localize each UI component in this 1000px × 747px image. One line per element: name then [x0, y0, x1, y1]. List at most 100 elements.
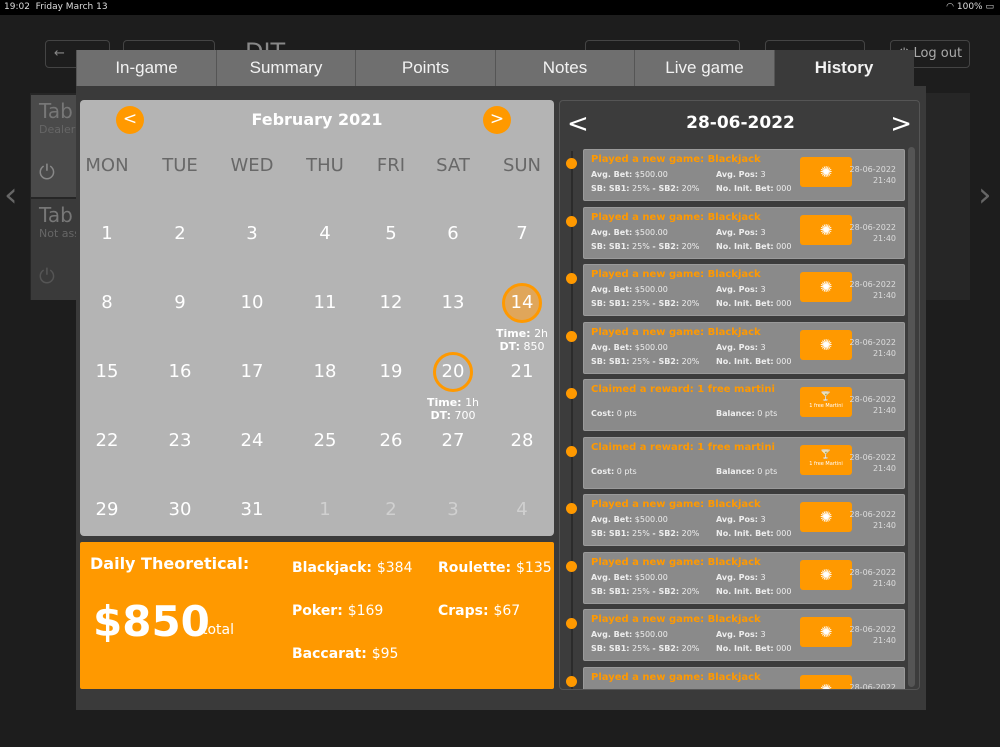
- calendar-day[interactable]: 18: [305, 352, 345, 392]
- game-value: Poker: $169: [292, 603, 384, 619]
- tab-history[interactable]: History: [773, 50, 914, 86]
- tab-summary[interactable]: Summary: [215, 50, 356, 86]
- calendar-day[interactable]: 16: [160, 352, 200, 392]
- calendar-day[interactable]: 1: [305, 490, 345, 530]
- tab-live-game[interactable]: Live game: [634, 50, 774, 86]
- calendar-day[interactable]: 11: [305, 283, 345, 323]
- calendar-day[interactable]: 25: [305, 421, 345, 461]
- calendar-day[interactable]: 15: [87, 352, 127, 392]
- ticket-icon: ✺: [800, 272, 852, 302]
- daily-theoretical-panel: Daily Theoretical: $850 total Blackjack:…: [80, 542, 554, 689]
- calendar-day[interactable]: 30: [160, 490, 200, 530]
- calendar-day[interactable]: 29: [87, 490, 127, 530]
- calendar-day[interactable]: 20: [433, 352, 473, 392]
- power-icon[interactable]: ⏻: [39, 160, 73, 184]
- weekday-label: FRI: [376, 155, 406, 176]
- calendar-day[interactable]: 3: [433, 490, 473, 530]
- calendar-day[interactable]: 26: [371, 421, 411, 461]
- calendar-next-button[interactable]: >: [483, 106, 511, 134]
- timeline-dot: [566, 330, 577, 342]
- power-icon[interactable]: ⏻: [39, 264, 73, 288]
- calendar-day[interactable]: 19: [371, 352, 411, 392]
- tab-notes[interactable]: Notes: [494, 50, 635, 86]
- item-title: Played a new game: Blackjack: [591, 671, 761, 683]
- calendar-day[interactable]: 9: [160, 283, 200, 323]
- martini-ticket-icon: 🍸 1 free Martini: [800, 387, 852, 417]
- calendar-day[interactable]: 27: [433, 421, 473, 461]
- calendar-day[interactable]: 28: [502, 421, 542, 461]
- timeline-dot: [566, 618, 577, 629]
- prev-arrow-icon[interactable]: ‹: [4, 175, 18, 215]
- history-item[interactable]: Played a new game: Blackjack Avg. Bet: $…: [583, 264, 905, 316]
- next-arrow-icon[interactable]: ›: [978, 175, 992, 215]
- calendar-day[interactable]: 24: [232, 421, 272, 461]
- history-item[interactable]: Played a new game: Blackjack Avg. Bet: $…: [583, 609, 905, 661]
- daily-title: Daily Theoretical:: [90, 554, 250, 573]
- weekday-label: WED: [230, 155, 274, 176]
- timeline-dot: [566, 675, 577, 687]
- history-next-button[interactable]: >: [890, 109, 912, 139]
- item-timestamp: 28-06-202221:40: [849, 280, 897, 300]
- calendar-day[interactable]: 22: [87, 421, 127, 461]
- history-item[interactable]: Played a new game: Blackjack Avg. Bet: $…: [583, 321, 905, 374]
- calendar-day[interactable]: 3: [232, 214, 272, 254]
- item-title: Played a new game: Blackjack: [591, 556, 761, 568]
- ticket-icon: ✺: [800, 674, 852, 689]
- item-title: Claimed a reward: 1 free martini: [591, 441, 775, 453]
- weekday-label: SAT: [436, 155, 470, 176]
- calendar-day[interactable]: 17: [232, 352, 272, 392]
- calendar-day[interactable]: 8: [87, 283, 127, 323]
- history-item[interactable]: Claimed a reward: 1 free martini Cost: 0…: [583, 436, 905, 489]
- calendar-day[interactable]: 2: [160, 214, 200, 254]
- scrollbar[interactable]: [908, 147, 915, 687]
- calendar-day[interactable]: 2: [371, 490, 411, 530]
- tab-in-game[interactable]: In-game: [76, 50, 216, 86]
- calendar-day[interactable]: 21: [502, 352, 542, 392]
- battery-icon: ▭: [985, 2, 994, 12]
- calendar: < February 2021 > MON TUE WED THU FRI SAT SUN 1…: [80, 100, 554, 536]
- history-item[interactable]: Played a new game: Blackjack Avg. Bet: $…: [583, 206, 905, 259]
- calendar-day[interactable]: 14: [502, 283, 542, 323]
- calendar-day[interactable]: 6: [433, 214, 473, 254]
- ticket-icon: ✺: [800, 559, 852, 590]
- ticket-icon: ✺: [800, 617, 852, 647]
- history-item[interactable]: Played a new game: Blackjack Avg. Bet: $…: [583, 149, 905, 201]
- calendar-day[interactable]: 5: [371, 214, 411, 254]
- history-item[interactable]: Played a new game: Blackjack Avg. Bet: $…: [583, 551, 905, 604]
- timeline-dot: [566, 273, 577, 284]
- table-card[interactable]: Tab Dealer ⏻: [31, 95, 81, 197]
- calendar-day[interactable]: 13: [433, 283, 473, 323]
- game-value: Craps: $67: [438, 603, 521, 619]
- calendar-day[interactable]: 31: [232, 490, 272, 530]
- timeline-dot: [566, 503, 577, 514]
- item-timestamp: 28-06-202221:40: [849, 337, 897, 358]
- timeline-dot: [566, 388, 577, 399]
- calendar-day[interactable]: 1: [87, 214, 127, 254]
- item-title: Played a new game: Blackjack: [591, 326, 761, 338]
- martini-ticket-icon: 🍸 1 free Martini: [800, 444, 852, 475]
- history-item[interactable]: Played a new game: Blackjack Avg. Bet: $…: [583, 494, 905, 546]
- calendar-day[interactable]: 4: [502, 490, 542, 530]
- timeline-dot: [566, 158, 577, 169]
- history-item[interactable]: Played a new game: Blackjack Avg. Bet: $…: [583, 666, 905, 689]
- calendar-day[interactable]: 23: [160, 421, 200, 461]
- timeline-dot: [566, 215, 577, 227]
- calendar-day[interactable]: 12: [371, 283, 411, 323]
- timeline-dot: [566, 560, 577, 572]
- game-value: Roulette: $135: [438, 560, 552, 576]
- item-timestamp: 28-06-202221:40: [849, 567, 897, 588]
- weekday-label: MON: [85, 155, 129, 176]
- calendar-day[interactable]: 4: [305, 214, 345, 254]
- daily-total-label: total: [202, 622, 235, 638]
- ticket-icon: ✺: [800, 329, 852, 360]
- item-title: Played a new game: Blackjack: [591, 154, 761, 165]
- history-item[interactable]: Claimed a reward: 1 free martini Cost: 0…: [583, 379, 905, 431]
- wifi-icon: ◠: [946, 2, 954, 12]
- table-card[interactable]: Tab Not ass ⏻: [31, 199, 81, 300]
- item-timestamp: 28-06-202221:40: [849, 452, 897, 473]
- tab-points[interactable]: Points: [355, 50, 495, 86]
- calendar-day[interactable]: 10: [232, 283, 272, 323]
- item-timestamp: 28-06-202221:40: [849, 395, 897, 415]
- calendar-day[interactable]: 7: [502, 214, 542, 254]
- timeline-line: [571, 151, 573, 689]
